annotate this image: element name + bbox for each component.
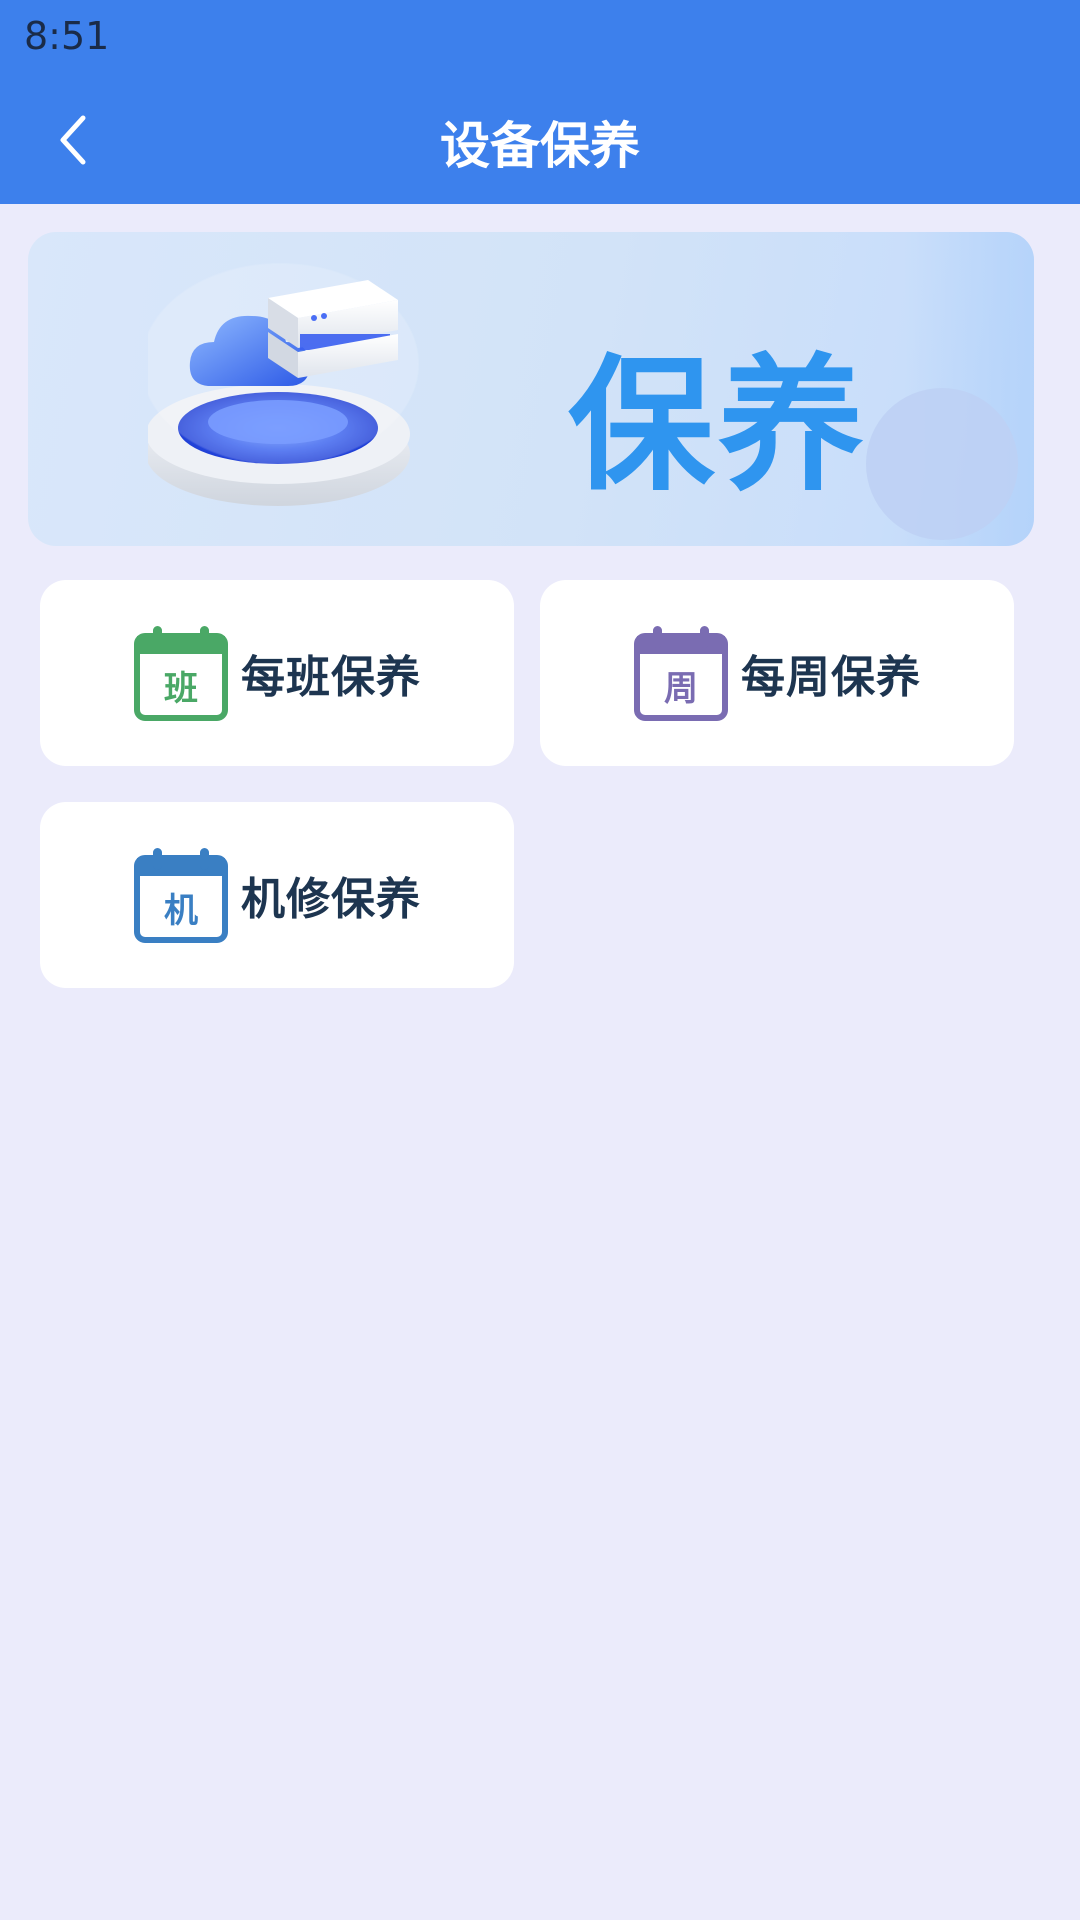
calendar-icon: 班 — [134, 626, 228, 721]
calendar-icon: 周 — [634, 626, 728, 721]
calendar-icon-char: 机 — [164, 891, 198, 931]
menu-card-label: 每班保养 — [241, 652, 421, 703]
banner: 保养 — [28, 232, 1034, 546]
status-bar: 8:51 — [0, 0, 1080, 78]
banner-title: 保养 — [568, 341, 868, 511]
page-title: 设备保养 — [440, 117, 640, 175]
calendar-icon: 机 — [134, 848, 228, 943]
menu-card-shift-maintenance[interactable]: 班 每班保养 — [40, 580, 514, 766]
calendar-icon-char: 班 — [164, 669, 198, 709]
menu-card-label: 每周保养 — [741, 652, 921, 703]
menu-card-label: 机修保养 — [241, 874, 421, 925]
cloud-server-illustration — [148, 263, 419, 506]
banner-decoration-circle — [866, 388, 1018, 540]
menu-card-repair-maintenance[interactable]: 机 机修保养 — [40, 802, 514, 988]
app-bar: 设备保养 — [0, 78, 1080, 204]
status-time: 8:51 — [24, 14, 110, 58]
calendar-icon-char: 周 — [664, 669, 698, 709]
menu-card-weekly-maintenance[interactable]: 周 每周保养 — [540, 580, 1014, 766]
